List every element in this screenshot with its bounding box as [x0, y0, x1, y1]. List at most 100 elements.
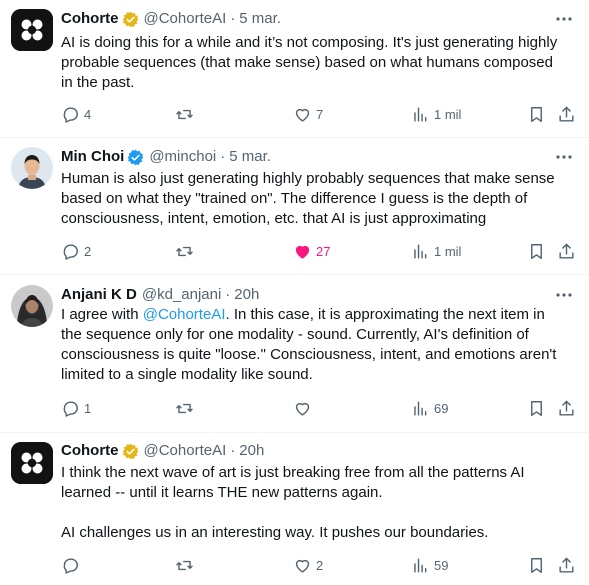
- tweet-text-line: learned -- until it learns THE new patte…: [61, 484, 383, 501]
- timestamp[interactable]: 5 mar.: [239, 9, 281, 29]
- like-button[interactable]: 2: [293, 555, 323, 575]
- like-count: 27: [316, 243, 331, 259]
- bookmark-icon: [531, 557, 542, 573]
- bookmark-button[interactable]: [527, 555, 546, 575]
- tweet-text-line: Human is also just generating highly pro…: [61, 170, 555, 187]
- reply-button[interactable]: 1: [61, 398, 91, 418]
- verified-gold-badge-icon[interactable]: [122, 443, 139, 460]
- share-icon: [559, 400, 574, 416]
- more-options-icon[interactable]: [555, 12, 573, 26]
- tweet-header: Anjani K D @kd_anjani · 20h: [61, 285, 259, 305]
- bookmark-button[interactable]: [527, 241, 546, 261]
- avatar[interactable]: [11, 147, 53, 189]
- views-chart-icon: [414, 400, 427, 416]
- repost-button[interactable]: [175, 104, 198, 124]
- like-button[interactable]: 7: [293, 104, 323, 124]
- tweet-header: Cohorte @CohorteAI · 20h: [61, 441, 264, 461]
- timestamp[interactable]: 20h: [234, 285, 259, 305]
- reply-button[interactable]: 2: [61, 241, 91, 261]
- reply-button[interactable]: [61, 555, 84, 575]
- separator-dot: ·: [220, 148, 226, 165]
- user-handle[interactable]: @CohorteAI: [144, 441, 227, 461]
- tweet-text: Human is also just generating highly pro…: [61, 169, 581, 229]
- action-bar: 1 69: [61, 398, 581, 418]
- tweet-text-line: AI is doing this for a while and it’s no…: [61, 34, 558, 51]
- reply-icon: [63, 557, 78, 574]
- more-options-icon[interactable]: [555, 288, 573, 302]
- verified-gold-badge-icon[interactable]: [122, 11, 139, 28]
- user-handle[interactable]: @kd_anjani: [142, 285, 221, 305]
- timestamp[interactable]: 20h: [239, 441, 264, 461]
- repost-button[interactable]: [175, 398, 198, 418]
- display-name[interactable]: Anjani K D: [61, 285, 137, 305]
- tweet-text-line: I think the next wave of art is just bre…: [61, 464, 525, 481]
- cohorte-logo-icon: [11, 442, 53, 484]
- share-button[interactable]: [557, 241, 576, 261]
- views-button[interactable]: 1 mil: [411, 241, 461, 261]
- cohorte-logo-icon: [11, 9, 53, 51]
- bookmark-button[interactable]: [527, 398, 546, 418]
- user-handle[interactable]: @minchoi: [149, 147, 216, 167]
- user-handle[interactable]: @CohorteAI: [144, 9, 227, 29]
- tweet-header: Cohorte @CohorteAI · 5 mar.: [61, 9, 281, 29]
- tweet-text-line: consciousness, intent, emotion, etc. tha…: [61, 210, 487, 227]
- timestamp[interactable]: 5 mar.: [229, 147, 271, 167]
- display-name[interactable]: Cohorte: [61, 9, 119, 29]
- reply-count: 2: [84, 243, 92, 259]
- tweet[interactable]: Anjani K D @kd_anjani · 20h I agree with…: [0, 275, 589, 432]
- reply-icon: [63, 106, 78, 123]
- person-photo-icon: [11, 147, 53, 189]
- bookmark-button[interactable]: [527, 104, 546, 124]
- person-photo-icon: [11, 285, 53, 327]
- avatar[interactable]: [11, 442, 53, 484]
- heart-filled-icon: [295, 245, 310, 259]
- bookmark-icon: [531, 106, 542, 122]
- avatar[interactable]: [11, 9, 53, 51]
- repost-button[interactable]: [175, 241, 198, 261]
- tweet[interactable]: Cohorte @CohorteAI · 20h I think the nex…: [0, 433, 589, 585]
- tweet-text: I think the next wave of art is just bre…: [61, 463, 581, 543]
- reply-icon: [63, 400, 78, 417]
- separator-dot: ·: [230, 442, 236, 459]
- tweet-text-line: limited to a single modality like sound.: [61, 366, 313, 383]
- tweet[interactable]: Cohorte @CohorteAI · 5 mar. AI is doing …: [0, 0, 589, 136]
- tweet-text: I agree with @CohorteAI. In this case, i…: [61, 305, 581, 385]
- tweet-text-line: the sequence only for one modality - sou…: [61, 326, 529, 343]
- share-button[interactable]: [557, 398, 576, 418]
- more-options-icon[interactable]: [555, 150, 573, 164]
- repost-button[interactable]: [175, 555, 198, 575]
- bookmark-icon: [531, 400, 542, 416]
- like-button[interactable]: [293, 398, 316, 418]
- views-button[interactable]: 69: [411, 398, 448, 418]
- views-button[interactable]: 1 mil: [411, 104, 461, 124]
- repost-icon: [176, 109, 193, 119]
- repost-icon: [176, 246, 193, 256]
- share-button[interactable]: [557, 555, 576, 575]
- tweet-text-line: consciousness is quite "loose." Consciou…: [61, 346, 557, 363]
- heart-icon: [295, 559, 310, 573]
- display-name[interactable]: Min Choi: [61, 147, 124, 167]
- share-button[interactable]: [557, 104, 576, 124]
- view-count: 69: [434, 400, 449, 416]
- separator-dot: ·: [230, 10, 236, 27]
- reply-count: 4: [84, 106, 92, 122]
- tweet-text-line: AI challenges us in an interesting way. …: [61, 524, 489, 541]
- reply-icon: [63, 243, 78, 260]
- separator-dot: ·: [225, 286, 231, 303]
- views-button[interactable]: 59: [411, 555, 448, 575]
- reply-button[interactable]: 4: [61, 104, 91, 124]
- text-fragment: I agree with: [61, 306, 143, 323]
- avatar[interactable]: [11, 285, 53, 327]
- mention-link[interactable]: @CohorteAI: [143, 306, 226, 323]
- verified-blue-badge-icon[interactable]: [127, 149, 144, 166]
- action-bar: 4 7 1 mil: [61, 104, 581, 124]
- action-bar: 2 27 1 mil: [61, 241, 581, 261]
- repost-icon: [176, 560, 193, 570]
- tweet-text-line: in the past.: [61, 74, 135, 91]
- like-button[interactable]: 27: [293, 241, 330, 261]
- text-fragment: . In this case, it is approximating the …: [225, 306, 545, 323]
- display-name[interactable]: Cohorte: [61, 441, 119, 461]
- views-chart-icon: [414, 106, 427, 122]
- tweet[interactable]: Min Choi @minchoi · 5 mar. Human is also…: [0, 138, 589, 274]
